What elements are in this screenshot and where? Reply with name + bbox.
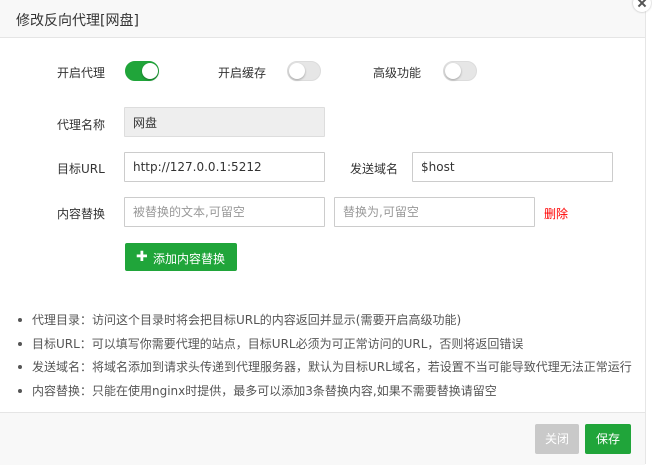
proxy-toggle[interactable] — [125, 61, 159, 81]
toggle-knob — [142, 63, 158, 79]
toggle-knob — [445, 63, 461, 79]
list-item: 代理目录：访问这个目录时将会把目标URL的内容返回并显示(需要开启高级功能) — [16, 312, 632, 336]
tip-text: 目标URL：可以填写你需要代理的站点，目标URL必须为可正常访问的URL，否则将… — [32, 336, 524, 351]
close-button[interactable]: 关闭 — [535, 424, 579, 454]
add-content-replace-label: 添加内容替换 — [153, 252, 226, 266]
proxy-edit-dialog: 修改反向代理[网盘] 开启代理 开启缓存 高级功能 代理名称 目标URL 发送域… — [0, 0, 646, 465]
list-item: 目标URL：可以填写你需要代理的站点，目标URL必须为可正常访问的URL，否则将… — [16, 336, 632, 360]
dialog-title-bar: 修改反向代理[网盘] — [0, 0, 645, 38]
save-button[interactable]: 保存 — [585, 424, 631, 454]
tip-text: 内容替换：只能在使用nginx时提供，最多可以添加3条替换内容,如果不需要替换请… — [32, 383, 497, 398]
bullet-icon — [18, 341, 22, 346]
send-domain-label: 发送域名 — [350, 162, 399, 176]
add-content-replace-button[interactable]: ✚ 添加内容替换 — [125, 243, 237, 271]
bullet-icon — [18, 318, 22, 322]
toggle-advanced-label: 高级功能 — [373, 66, 422, 80]
delete-replace-link[interactable]: 删除 — [544, 205, 568, 222]
proxy-name-field[interactable] — [124, 107, 325, 137]
bullet-icon — [18, 388, 22, 393]
bullet-icon — [18, 365, 22, 369]
toggle-knob — [289, 63, 305, 79]
help-tips-list: 代理目录：访问这个目录时将会把目标URL的内容返回并显示(需要开启高级功能) 目… — [16, 312, 632, 406]
send-domain-input[interactable] — [412, 152, 613, 182]
proxy-name-label: 代理名称 — [57, 118, 106, 132]
plus-icon: ✚ — [136, 249, 148, 265]
dialog-footer: 关闭 保存 — [0, 412, 645, 465]
target-url-label: 目标URL — [57, 162, 105, 176]
replace-to-input[interactable] — [334, 197, 535, 227]
dialog-title: 修改反向代理[网盘] — [16, 13, 139, 29]
toggle-proxy-label: 开启代理 — [57, 66, 106, 80]
replace-from-input[interactable] — [124, 197, 325, 227]
toggle-cache-label: 开启缓存 — [218, 66, 267, 80]
close-icon[interactable] — [633, 0, 651, 12]
content-replace-label: 内容替换 — [57, 207, 106, 221]
list-item: 内容替换：只能在使用nginx时提供，最多可以添加3条替换内容,如果不需要替换请… — [16, 383, 632, 407]
tip-text: 代理目录：访问这个目录时将会把目标URL的内容返回并显示(需要开启高级功能) — [32, 313, 462, 327]
advanced-toggle[interactable] — [443, 61, 477, 81]
tip-text: 发送域名：将域名添加到请求头传递到代理服务器，默认为目标URL域名，若设置不当可… — [32, 360, 632, 374]
target-url-input[interactable] — [124, 152, 325, 182]
cache-toggle[interactable] — [287, 61, 321, 81]
list-item: 发送域名：将域名添加到请求头传递到代理服务器，默认为目标URL域名，若设置不当可… — [16, 359, 632, 383]
